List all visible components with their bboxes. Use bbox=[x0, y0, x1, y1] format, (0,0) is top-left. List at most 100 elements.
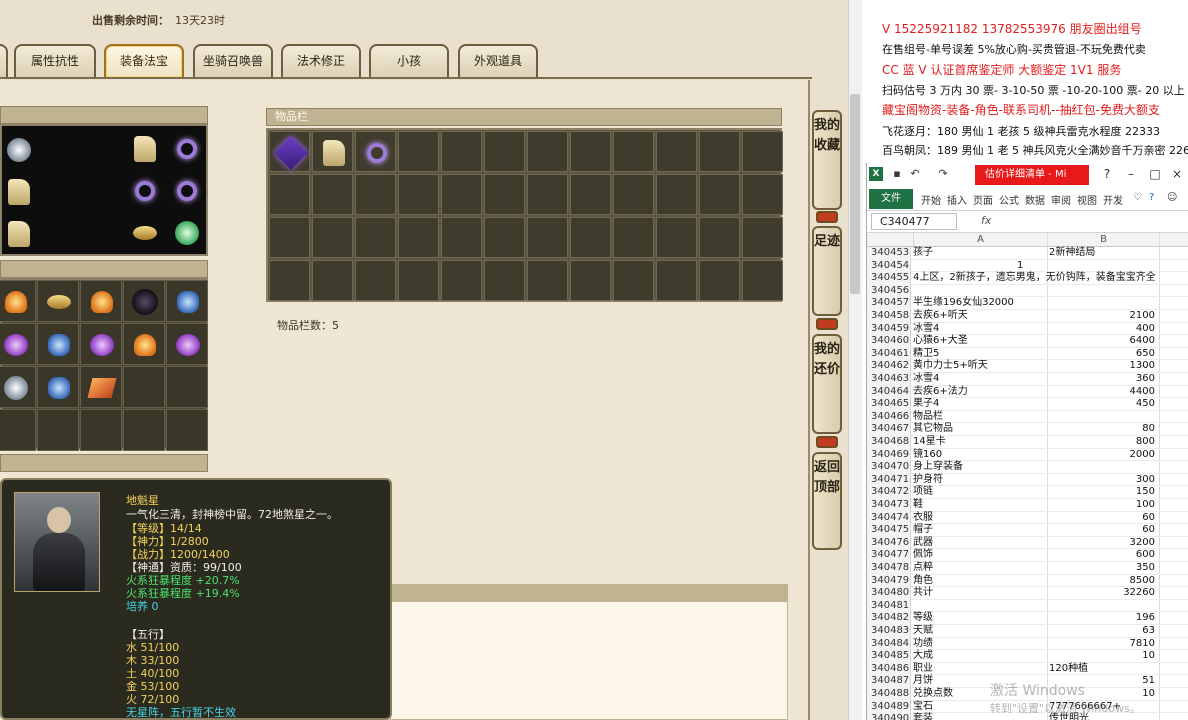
tab-appearance[interactable]: 外观道具 bbox=[458, 44, 538, 77]
cell-b[interactable]: 4400 bbox=[1047, 386, 1159, 399]
ribbon-tab-developer[interactable]: 开发 bbox=[1103, 192, 1123, 207]
treasure-slot[interactable] bbox=[80, 366, 122, 408]
inventory-slot[interactable] bbox=[527, 174, 568, 215]
redo-icon[interactable]: ↷ bbox=[937, 168, 949, 180]
row-number[interactable]: 340466 bbox=[867, 410, 911, 424]
row-number[interactable]: 340454 bbox=[867, 259, 911, 273]
inventory-slot[interactable] bbox=[742, 174, 783, 215]
row-number[interactable]: 340474 bbox=[867, 511, 911, 525]
cell-b[interactable]: 8500 bbox=[1047, 575, 1159, 588]
cell-b[interactable]: 100 bbox=[1047, 499, 1159, 512]
inventory-slot[interactable] bbox=[656, 174, 697, 215]
inventory-slot[interactable] bbox=[269, 217, 310, 258]
cell-a[interactable]: 功绩 bbox=[913, 638, 1047, 651]
row-number[interactable]: 340472 bbox=[867, 486, 911, 499]
equip-slot-weapon[interactable] bbox=[126, 130, 164, 168]
cell-b[interactable]: 80 bbox=[1047, 423, 1159, 436]
row-number[interactable]: 340462 bbox=[867, 360, 911, 373]
file-tab[interactable]: 文件 bbox=[869, 189, 913, 209]
treasure-slot[interactable] bbox=[166, 409, 208, 451]
ribbon-tab-home[interactable]: 开始 bbox=[921, 192, 941, 207]
treasure-slot[interactable] bbox=[0, 366, 36, 408]
inventory-slot[interactable] bbox=[742, 260, 783, 301]
ribbon-tab-layout[interactable]: 页面 bbox=[973, 192, 993, 207]
inventory-slot[interactable] bbox=[269, 260, 310, 301]
inventory-slot[interactable] bbox=[570, 131, 611, 172]
ribbon-tab-view[interactable]: 视图 bbox=[1077, 192, 1097, 207]
treasure-slot[interactable] bbox=[37, 366, 79, 408]
row-number[interactable]: 340477 bbox=[867, 549, 911, 562]
cell-b[interactable]: 300 bbox=[1047, 474, 1159, 487]
equip-slot-necklace[interactable] bbox=[168, 130, 206, 168]
cell-b[interactable]: 800 bbox=[1047, 436, 1159, 449]
inventory-slot[interactable] bbox=[312, 174, 353, 215]
row-number[interactable]: 340470 bbox=[867, 461, 911, 474]
maximize-icon[interactable]: □ bbox=[1147, 166, 1163, 182]
treasure-slot[interactable] bbox=[37, 409, 79, 451]
cell-a[interactable]: 衣服 bbox=[913, 512, 1047, 525]
cell-a[interactable]: 护身符 bbox=[913, 474, 1047, 487]
tab-child[interactable]: 小孩 bbox=[369, 44, 449, 77]
inventory-slot[interactable] bbox=[570, 217, 611, 258]
treasure-slot[interactable] bbox=[0, 280, 36, 322]
cell-b[interactable]: 196 bbox=[1047, 612, 1159, 625]
inventory-slot[interactable] bbox=[312, 131, 353, 172]
row-number[interactable]: 340475 bbox=[867, 524, 911, 537]
cell-b[interactable]: 360 bbox=[1047, 373, 1159, 386]
cell-a[interactable]: 职业 bbox=[913, 663, 1047, 676]
cell-b[interactable]: 2100 bbox=[1047, 310, 1159, 323]
row-number[interactable]: 340481 bbox=[867, 599, 911, 613]
inventory-slot[interactable] bbox=[269, 174, 310, 215]
help-circle-icon[interactable]: ? bbox=[1149, 192, 1154, 203]
cell-a[interactable]: 心猿6+大圣 bbox=[913, 335, 1047, 348]
close-icon[interactable]: × bbox=[1169, 166, 1185, 182]
row-number[interactable]: 340455 bbox=[867, 272, 911, 285]
help-icon[interactable]: ? bbox=[1099, 166, 1115, 182]
row-number[interactable]: 340486 bbox=[867, 662, 911, 676]
inventory-slot[interactable] bbox=[742, 131, 783, 172]
row-number[interactable]: 340476 bbox=[867, 536, 911, 550]
row-number[interactable]: 340457 bbox=[867, 297, 911, 310]
row-number[interactable]: 340490 bbox=[867, 713, 911, 720]
treasure-slot[interactable] bbox=[37, 323, 79, 365]
cell-a[interactable]: 果子4 bbox=[913, 398, 1047, 411]
inventory-slot[interactable] bbox=[613, 131, 654, 172]
cell-b[interactable]: 120种植 bbox=[1047, 663, 1159, 676]
inventory-slot[interactable] bbox=[398, 260, 439, 301]
ribbon-tab-formulas[interactable]: 公式 bbox=[999, 192, 1019, 207]
row-number[interactable]: 340469 bbox=[867, 448, 911, 462]
cell-a[interactable]: 冰雪4 bbox=[913, 373, 1047, 386]
cell-b[interactable]: 2000 bbox=[1047, 449, 1159, 462]
inventory-slot[interactable] bbox=[699, 131, 740, 172]
tab-equipment[interactable]: 装备法宝 bbox=[104, 44, 184, 77]
inventory-slot[interactable] bbox=[355, 131, 396, 172]
treasure-slot[interactable] bbox=[166, 280, 208, 322]
cell-b[interactable]: 2新神结局 bbox=[1047, 247, 1159, 260]
inventory-slot[interactable] bbox=[441, 131, 482, 172]
inventory-slot[interactable] bbox=[699, 217, 740, 258]
equip-slot-ring1[interactable] bbox=[126, 172, 164, 210]
cell-b[interactable]: 32260 bbox=[1047, 587, 1159, 600]
inventory-slot[interactable] bbox=[742, 217, 783, 258]
inventory-slot[interactable] bbox=[269, 131, 310, 172]
cell-a[interactable]: 等级 bbox=[913, 612, 1047, 625]
cell-a[interactable]: 点粹 bbox=[913, 562, 1047, 575]
inventory-slot[interactable] bbox=[570, 260, 611, 301]
cell-a[interactable]: 共计 bbox=[913, 587, 1047, 600]
cell-b[interactable]: 150 bbox=[1047, 486, 1159, 499]
fx-icon[interactable]: fx bbox=[981, 214, 991, 227]
my-bargains-button[interactable]: 我的还价 bbox=[812, 334, 842, 434]
treasure-slot[interactable] bbox=[123, 280, 165, 322]
inventory-slot[interactable] bbox=[484, 131, 525, 172]
row-number[interactable]: 340467 bbox=[867, 423, 911, 436]
cell-b[interactable]: 450 bbox=[1047, 398, 1159, 411]
inventory-slot[interactable] bbox=[484, 174, 525, 215]
cell-a[interactable]: 帽子 bbox=[913, 524, 1047, 537]
heart-icon[interactable]: ♡ bbox=[1133, 192, 1142, 203]
cell-a[interactable]: 身上穿装备 bbox=[913, 461, 1047, 474]
row-number[interactable]: 340453 bbox=[867, 247, 911, 260]
column-header-b[interactable]: B bbox=[1047, 233, 1159, 247]
row-number[interactable]: 340487 bbox=[867, 675, 911, 688]
cell-a[interactable]: 黄巾力士5+听天 bbox=[913, 360, 1047, 373]
cell-b[interactable]: 600 bbox=[1047, 549, 1159, 562]
